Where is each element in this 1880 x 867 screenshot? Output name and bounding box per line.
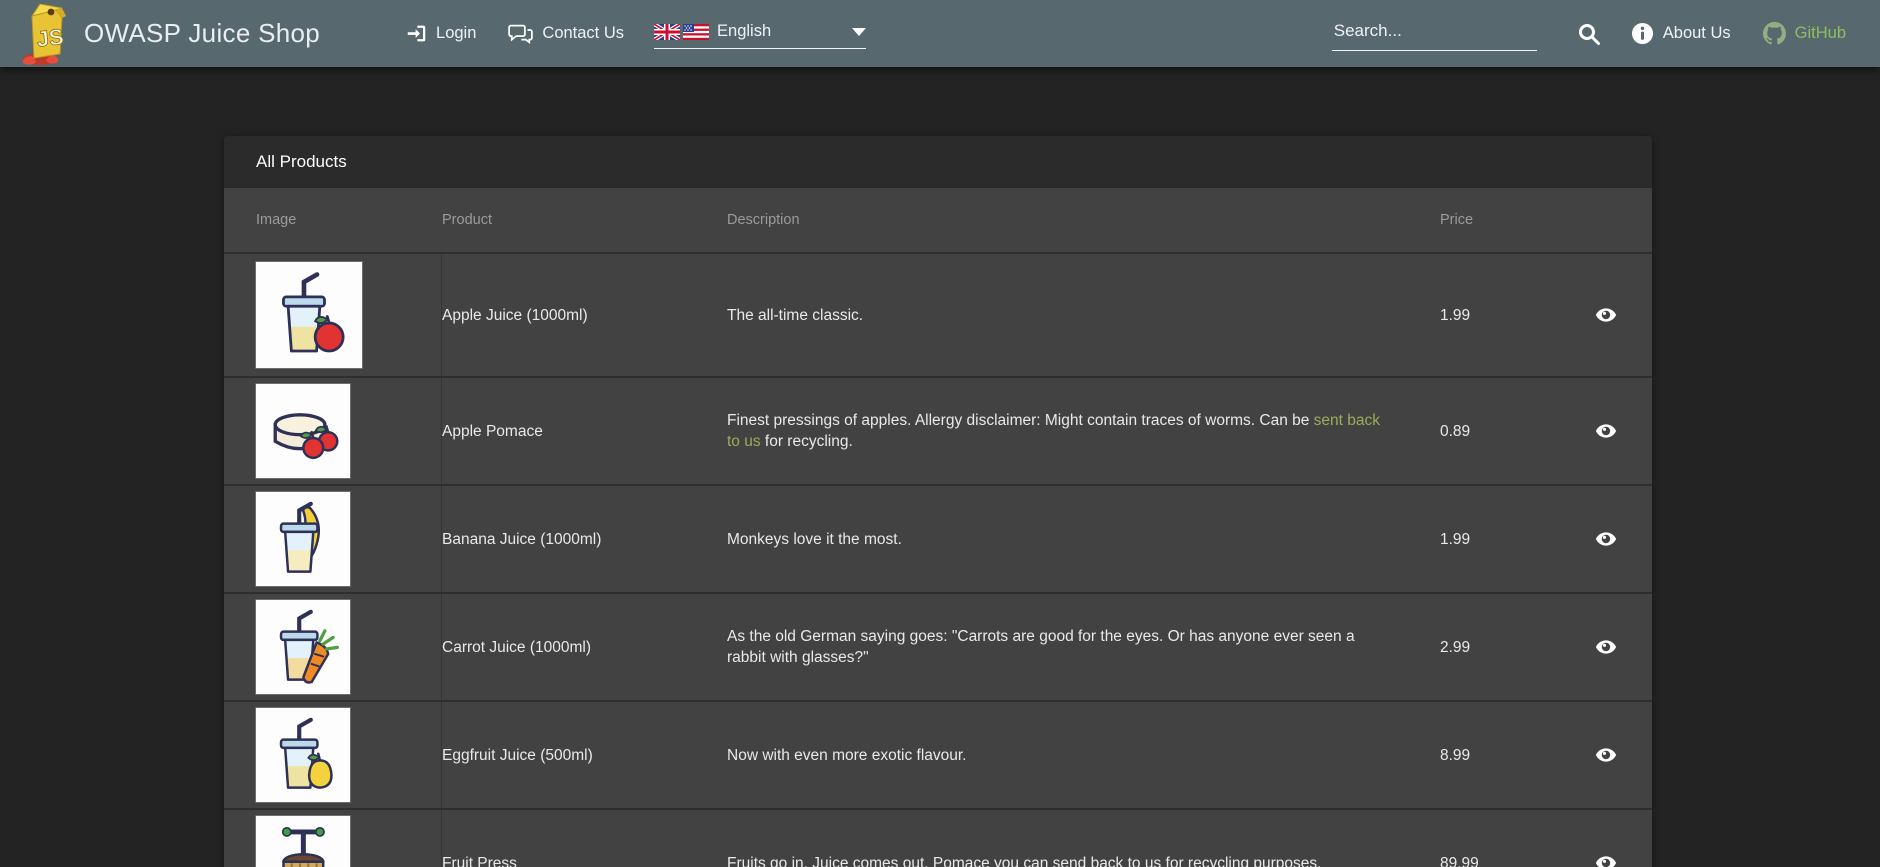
eye-icon [1595,304,1617,326]
language-selected-label: English [717,22,771,41]
product-description: Now with even more exotic flavour. [727,745,1420,766]
product-price: 1.99 [1420,529,1560,550]
eye-icon [1595,852,1617,867]
product-price: 0.89 [1420,421,1560,442]
view-product-button[interactable] [1589,522,1623,556]
product-name: Apple Pomace [442,421,727,442]
column-header-image: Image [224,212,442,228]
product-name: Banana Juice (1000ml) [442,529,727,550]
product-name: Eggfruit Juice (500ml) [442,745,727,766]
product-price: 89.99 [1420,853,1560,867]
product-description: Fruits go in. Juice comes out. Pomace yo… [727,853,1420,867]
description-text: Fruits go in. Juice comes out. Pomace yo… [727,855,1321,867]
view-product-button[interactable] [1589,298,1623,332]
apple-pomace-thumbnail [255,383,351,479]
about-us-label: About Us [1663,24,1731,43]
description-text: for recycling. [761,433,853,450]
apple-juice-thumbnail [255,261,363,369]
table-row: Carrot Juice (1000ml)As the old German s… [224,592,1652,700]
app-title: OWASP Juice Shop [84,18,320,49]
uk-flag-icon [654,24,680,40]
login-button[interactable]: Login [390,0,492,67]
dropdown-arrow-icon [852,28,866,36]
table-body: Apple Juice (1000ml)The all-time classic… [224,252,1652,867]
eye-icon [1595,528,1617,550]
product-price: 1.99 [1420,305,1560,326]
product-price: 2.99 [1420,637,1560,658]
product-description: Finest pressings of apples. Allergy disc… [727,410,1420,452]
image-cell [224,702,442,808]
juice-shop-logo: JS [18,2,76,66]
image-cell [224,486,442,592]
view-product-button[interactable] [1589,738,1623,772]
about-us-button[interactable]: About Us [1615,0,1747,67]
info-icon [1631,22,1654,45]
login-icon [406,23,427,44]
column-header-product: Product [442,212,727,228]
table-header-row: Image Product Description Price [224,188,1652,252]
search-button[interactable] [1563,0,1615,67]
description-text: As the old German saying goes: "Carrots … [727,628,1355,666]
us-flag-icon [683,24,709,40]
view-product-button[interactable] [1589,414,1623,448]
main-content: All Products Image Product Description P… [0,67,1880,867]
page-title: All Products [224,136,1652,188]
description-text: The all-time classic. [727,307,863,324]
svg-text:JS: JS [35,24,64,52]
table-row: Fruit PressFruits go in. Juice comes out… [224,808,1652,867]
product-price: 8.99 [1420,745,1560,766]
contact-us-button[interactable]: Contact Us [492,0,640,67]
login-label: Login [436,24,476,43]
image-cell [224,594,442,700]
table-row: Apple PomaceFinest pressings of apples. … [224,376,1652,484]
github-button[interactable]: GitHub [1747,0,1862,67]
language-select[interactable]: English [654,22,866,49]
search-icon [1577,22,1601,46]
table-row: Eggfruit Juice (500ml)Now with even more… [224,700,1652,808]
image-cell [224,810,442,867]
column-header-price: Price [1420,212,1560,228]
contact-bubbles-icon [508,23,533,44]
search-box [1332,17,1537,51]
description-text: Now with even more exotic flavour. [727,747,967,764]
product-name: Fruit Press [442,853,727,867]
all-products-card: All Products Image Product Description P… [224,136,1652,867]
carrot-juice-thumbnail [255,599,351,695]
search-input[interactable] [1332,17,1537,51]
eye-icon [1595,636,1617,658]
product-name: Carrot Juice (1000ml) [442,637,727,658]
product-description: As the old German saying goes: "Carrots … [727,626,1420,668]
image-cell [224,254,442,376]
table-row: Banana Juice (1000ml)Monkeys love it the… [224,484,1652,592]
eye-icon [1595,744,1617,766]
column-header-description: Description [727,212,1420,228]
product-name: Apple Juice (1000ml) [442,305,727,326]
products-table: Image Product Description Price Apple Ju… [224,188,1652,867]
image-cell [224,378,442,484]
view-product-button[interactable] [1589,630,1623,664]
navbar: JS OWASP Juice Shop Login Contact Us [0,0,1880,67]
product-description: The all-time classic. [727,305,1420,326]
contact-us-label: Contact Us [542,24,624,43]
eggfruit-juice-thumbnail [255,707,351,803]
description-text: Finest pressings of apples. Allergy disc… [727,412,1314,429]
view-product-button[interactable] [1589,846,1623,867]
banana-juice-thumbnail [255,491,351,587]
table-row: Apple Juice (1000ml)The all-time classic… [224,252,1652,376]
fruit-press-thumbnail [255,815,351,867]
product-description: Monkeys love it the most. [727,529,1420,550]
github-label: GitHub [1795,24,1846,43]
eye-icon [1595,420,1617,442]
github-icon [1763,22,1786,45]
description-text: Monkeys love it the most. [727,531,902,548]
